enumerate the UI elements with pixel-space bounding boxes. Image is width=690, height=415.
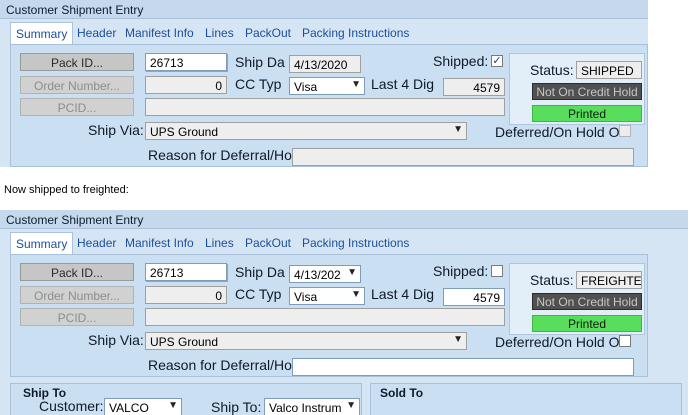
chevron-down-icon: ▼ [351,289,361,300]
ship-via-value: UPS Ground [150,125,219,139]
last4-field[interactable]: 4579 [443,288,505,306]
pack-id-button[interactable]: Pack ID... [20,263,134,281]
order-number-button[interactable]: Order Number... [20,286,134,304]
deferred-checkbox[interactable] [619,335,631,347]
chevron-down-icon: ▼ [168,400,178,411]
tab-packing-instructions[interactable]: Packing Instructions [302,22,409,44]
ship-date-picker[interactable]: 4/13/202 ▼ [289,265,361,283]
ship-date-label: Ship Da [235,54,285,70]
ship-date-field[interactable]: 4/13/2020 [289,55,361,73]
ship-via-select[interactable]: UPS Ground ▼ [145,332,467,350]
cc-type-select[interactable]: Visa ▼ [289,287,365,305]
ship-via-label: Ship Via: [88,332,144,348]
shipped-checkbox[interactable]: ✓ [491,55,503,67]
ship-to-label: Ship To: [211,399,262,415]
pack-id-button[interactable]: Pack ID... [20,53,134,71]
pcid-button[interactable]: PCID... [20,98,134,116]
order-number-field[interactable]: 0 [145,286,227,304]
chevron-down-icon: ▼ [453,124,463,135]
last4-label: Last 4 Dig [371,76,435,92]
status-box: Status: FREIGHTE Not On Credit Hold Prin… [509,263,645,335]
pack-id-field[interactable]: 26713 [145,263,227,281]
summary-panel: Pack ID... 26713 Order Number... 0 PCID.… [10,254,648,377]
ship-to-value: Valco Instrum [269,401,342,415]
ship-via-select[interactable]: UPS Ground ▼ [145,122,467,140]
pcid-field[interactable] [145,98,505,116]
tab-bar: Summary Header Manifest Info Lines PackO… [0,232,688,254]
ship-date-value: 4/13/202 [294,268,341,282]
deferred-label: Deferred/On Hold O [495,124,620,140]
chevron-down-icon: ▼ [351,79,361,90]
tab-bar: Summary Header Manifest Info Lines PackO… [0,22,648,44]
status-box: Status: SHIPPED Not On Credit Hold Print… [509,53,645,125]
deferred-checkbox[interactable] [619,125,631,137]
last4-field[interactable]: 4579 [443,78,505,96]
shipped-label: Shipped: [433,263,489,279]
pcid-field[interactable] [145,308,505,326]
cc-type-value: Visa [294,80,318,94]
tab-summary[interactable]: Summary [10,232,74,254]
ship-to-select[interactable]: Valco Instrum ▼ [264,398,360,415]
tab-manifest-info[interactable]: Manifest Info [125,22,194,44]
printed-indicator: Printed [532,105,642,122]
tab-packing-instructions[interactable]: Packing Instructions [302,232,409,254]
sold-to-title: Sold To [380,386,424,400]
status-field: SHIPPED [576,61,642,79]
reason-field[interactable] [292,148,634,166]
shipment-entry-window-2: Customer Shipment Entry Summary Header M… [0,210,688,415]
credit-hold-indicator: Not On Credit Hold [532,293,642,310]
cc-type-value: Visa [294,290,318,304]
chevron-down-icon: ▼ [346,400,356,411]
cc-type-select[interactable]: Visa ▼ [289,77,365,95]
tab-header[interactable]: Header [77,22,116,44]
chevron-down-icon: ▼ [347,267,357,278]
customer-select[interactable]: VALCO ▼ [104,398,182,415]
customer-value: VALCO [109,401,149,415]
reason-label: Reason for Deferral/Hol [148,147,296,163]
customer-label: Customer: [39,398,104,414]
tab-packout[interactable]: PackOut [245,22,291,44]
last4-label: Last 4 Dig [371,286,435,302]
reason-label: Reason for Deferral/Hol [148,357,296,373]
shipment-entry-window-1: Customer Shipment Entry Summary Header M… [0,0,648,167]
caption-note: Now shipped to freighted: [4,184,129,196]
shipped-label: Shipped: [433,53,489,69]
cc-type-label: CC Typ [235,76,282,92]
tab-packout[interactable]: PackOut [245,232,291,254]
status-field: FREIGHTE [576,271,642,289]
tab-lines[interactable]: Lines [205,22,234,44]
deferred-label: Deferred/On Hold O [495,334,620,350]
summary-panel: Pack ID... 26713 Order Number... 0 PCID.… [10,44,648,167]
reason-field[interactable] [292,358,634,376]
credit-hold-indicator: Not On Credit Hold [532,83,642,100]
status-label: Status: [530,62,574,78]
window-title: Customer Shipment Entry [0,210,688,229]
tab-header[interactable]: Header [77,232,116,254]
ship-date-label: Ship Da [235,264,285,280]
status-label: Status: [530,272,574,288]
ship-to-panel: Ship To Customer: VALCO ▼ Ship To: Valco… [10,383,362,415]
printed-indicator: Printed [532,315,642,332]
order-number-field[interactable]: 0 [145,76,227,94]
tab-lines[interactable]: Lines [205,232,234,254]
shipped-checkbox[interactable] [491,265,503,277]
order-number-button[interactable]: Order Number... [20,76,134,94]
ship-via-value: UPS Ground [150,335,219,349]
ship-via-label: Ship Via: [88,122,144,138]
tab-summary[interactable]: Summary [10,22,74,44]
pack-id-field[interactable]: 26713 [145,53,227,71]
pcid-button[interactable]: PCID... [20,308,134,326]
tab-manifest-info[interactable]: Manifest Info [125,232,194,254]
chevron-down-icon: ▼ [453,334,463,345]
sold-to-panel: Sold To [370,383,682,415]
window-title: Customer Shipment Entry [0,0,648,19]
cc-type-label: CC Typ [235,286,282,302]
